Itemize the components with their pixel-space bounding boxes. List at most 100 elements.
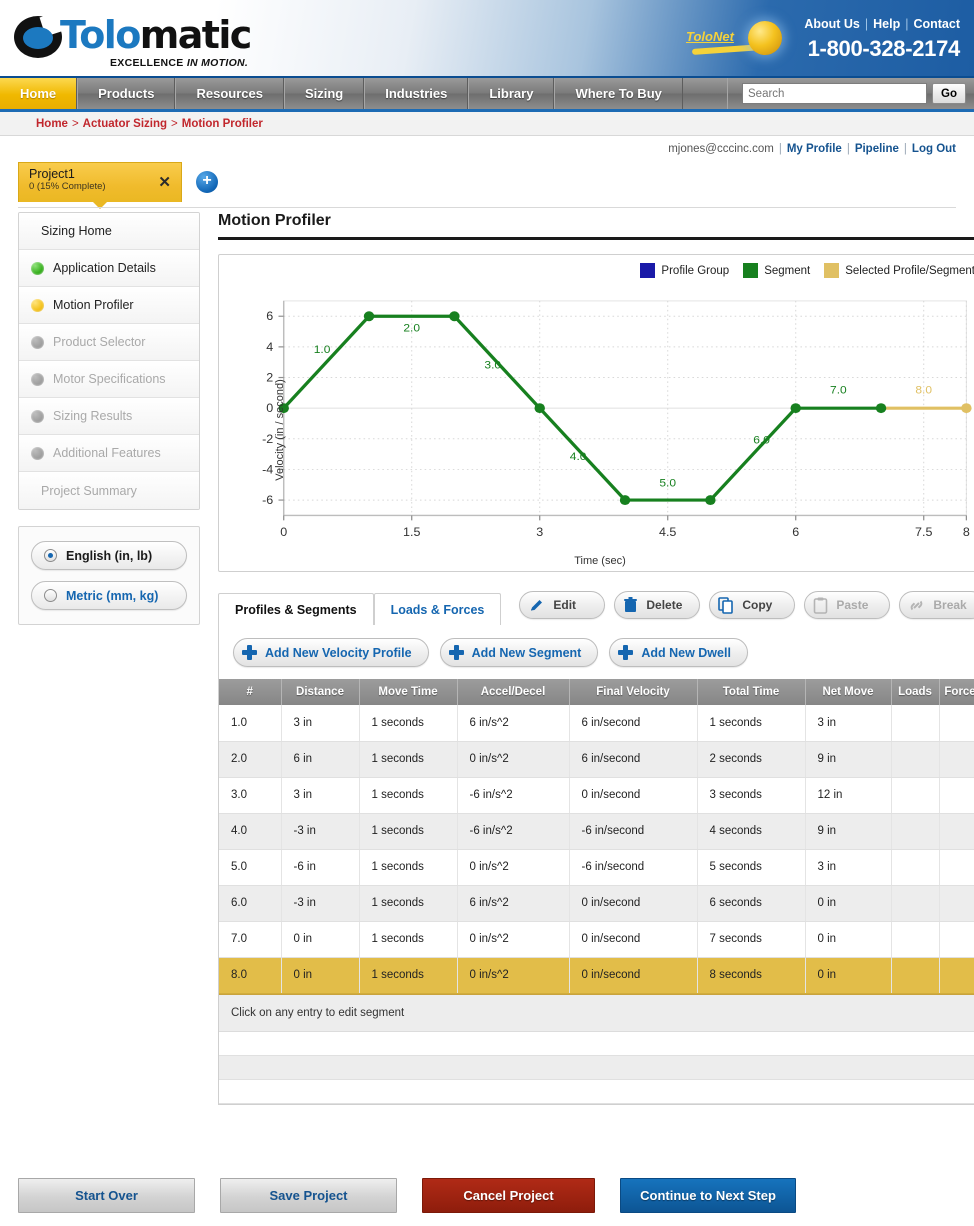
table-cell[interactable]: 0 in <box>805 885 891 921</box>
table-cell[interactable] <box>939 849 974 885</box>
sidebar-item-sizing-home[interactable]: Sizing Home <box>19 213 199 250</box>
tab-profiles-segments[interactable]: Profiles & Segments <box>218 593 374 625</box>
edit-button[interactable]: Edit <box>519 591 605 619</box>
table-cell[interactable]: 3 seconds <box>697 777 805 813</box>
table-cell[interactable]: 0 in/s^2 <box>457 849 569 885</box>
add-new-segment-button[interactable]: Add New Segment <box>440 638 599 667</box>
table-cell[interactable] <box>939 813 974 849</box>
table-cell[interactable]: -6 in/second <box>569 813 697 849</box>
table-cell[interactable]: 6 in/second <box>569 741 697 777</box>
search-go-button[interactable]: Go <box>932 83 966 104</box>
table-cell[interactable] <box>891 849 939 885</box>
table-row[interactable]: 1.03 in1 seconds6 in/s^26 in/second1 sec… <box>219 705 974 741</box>
table-cell[interactable] <box>891 741 939 777</box>
table-cell[interactable] <box>891 885 939 921</box>
save-project-button[interactable]: Save Project <box>220 1178 397 1213</box>
table-cell[interactable]: 7 seconds <box>697 921 805 957</box>
table-cell[interactable]: 1 seconds <box>697 705 805 741</box>
table-cell[interactable] <box>891 705 939 741</box>
table-cell[interactable] <box>939 741 974 777</box>
table-row[interactable]: 5.0-6 in1 seconds0 in/s^2-6 in/second5 s… <box>219 849 974 885</box>
add-new-velocity-profile-button[interactable]: Add New Velocity Profile <box>233 638 429 667</box>
table-cell[interactable]: 2 seconds <box>697 741 805 777</box>
project-tab-project1[interactable]: Project1 0 (15% Complete) ✕ <box>18 162 182 202</box>
table-row[interactable]: 7.00 in1 seconds0 in/s^20 in/second7 sec… <box>219 921 974 957</box>
table-cell[interactable]: 6 in/s^2 <box>457 705 569 741</box>
nav-item-where-to-buy[interactable]: Where To Buy <box>554 78 682 109</box>
nav-item-resources[interactable]: Resources <box>175 78 283 109</box>
table-cell[interactable] <box>939 921 974 957</box>
table-cell[interactable]: 0 in <box>281 921 359 957</box>
table-cell[interactable]: 0 in/second <box>569 777 697 813</box>
table-cell[interactable] <box>891 921 939 957</box>
sidebar-item-motion-profiler[interactable]: Motion Profiler <box>19 287 199 324</box>
table-cell[interactable]: 3 in <box>281 705 359 741</box>
header-link-about-us[interactable]: About Us <box>804 17 860 31</box>
pipeline-link[interactable]: Pipeline <box>855 143 899 155</box>
table-cell[interactable]: 6 in/s^2 <box>457 885 569 921</box>
unit-option-english[interactable]: English (in, lb) <box>31 541 187 570</box>
table-cell[interactable]: 7.0 <box>219 921 281 957</box>
table-cell[interactable] <box>939 705 974 741</box>
table-row[interactable]: 3.03 in1 seconds-6 in/s^20 in/second3 se… <box>219 777 974 813</box>
table-cell[interactable] <box>939 777 974 813</box>
table-cell[interactable]: 9 in <box>805 813 891 849</box>
table-cell[interactable]: 0 in/second <box>569 921 697 957</box>
paste-button[interactable]: Paste <box>804 591 890 619</box>
breadcrumb-item-actuator-sizing[interactable]: Actuator Sizing <box>83 118 167 130</box>
nav-item-industries[interactable]: Industries <box>364 78 468 109</box>
table-cell[interactable] <box>891 957 939 993</box>
table-cell[interactable]: 6 in <box>281 741 359 777</box>
table-cell[interactable]: -6 in/s^2 <box>457 813 569 849</box>
copy-button[interactable]: Copy <box>709 591 795 619</box>
table-cell[interactable]: 9 in <box>805 741 891 777</box>
tab-loads-forces[interactable]: Loads & Forces <box>374 593 502 625</box>
table-row[interactable]: 4.0-3 in1 seconds-6 in/s^2-6 in/second4 … <box>219 813 974 849</box>
nav-item-home[interactable]: Home <box>0 78 77 109</box>
search-input[interactable] <box>742 83 927 104</box>
continue-to-next-step-button[interactable]: Continue to Next Step <box>620 1178 796 1213</box>
table-cell[interactable]: 3 in <box>805 849 891 885</box>
table-cell[interactable]: 4 seconds <box>697 813 805 849</box>
table-cell[interactable]: 1 seconds <box>359 957 457 993</box>
table-cell[interactable]: 1 seconds <box>359 849 457 885</box>
table-row[interactable]: 2.06 in1 seconds0 in/s^26 in/second2 sec… <box>219 741 974 777</box>
table-cell[interactable]: 0 in/s^2 <box>457 921 569 957</box>
table-cell[interactable]: 3 in <box>281 777 359 813</box>
table-cell[interactable]: 8 seconds <box>697 957 805 993</box>
cancel-project-button[interactable]: Cancel Project <box>422 1178 595 1213</box>
log-out-link[interactable]: Log Out <box>912 143 956 155</box>
delete-button[interactable]: Delete <box>614 591 700 619</box>
table-cell[interactable]: 6 in/second <box>569 705 697 741</box>
table-cell[interactable]: 1 seconds <box>359 741 457 777</box>
tolomatic-logo[interactable]: Tolomatic EXCELLENCE IN MOTION. <box>14 10 264 70</box>
table-cell[interactable]: 0 in/s^2 <box>457 957 569 993</box>
table-cell[interactable]: 1 seconds <box>359 705 457 741</box>
table-cell[interactable] <box>891 777 939 813</box>
table-cell[interactable] <box>939 885 974 921</box>
breadcrumb-item-home[interactable]: Home <box>36 118 68 130</box>
table-cell[interactable]: 0 in <box>805 957 891 993</box>
table-cell[interactable]: 1 seconds <box>359 885 457 921</box>
table-row[interactable]: 8.00 in1 seconds0 in/s^20 in/second8 sec… <box>219 957 974 993</box>
close-icon[interactable]: ✕ <box>158 175 171 190</box>
start-over-button[interactable]: Start Over <box>18 1178 195 1213</box>
table-cell[interactable]: 0 in/second <box>569 885 697 921</box>
table-cell[interactable]: 5 seconds <box>697 849 805 885</box>
my-profile-link[interactable]: My Profile <box>787 143 842 155</box>
table-cell[interactable]: 0 in <box>281 957 359 993</box>
table-cell[interactable]: 1.0 <box>219 705 281 741</box>
breadcrumb-item-motion-profiler[interactable]: Motion Profiler <box>182 118 263 130</box>
tolonet-logo[interactable]: ToloNet <box>686 24 796 58</box>
nav-item-library[interactable]: Library <box>468 78 554 109</box>
table-cell[interactable]: 0 in/s^2 <box>457 741 569 777</box>
table-cell[interactable]: 3.0 <box>219 777 281 813</box>
table-cell[interactable]: 6 seconds <box>697 885 805 921</box>
table-cell[interactable]: 5.0 <box>219 849 281 885</box>
sidebar-item-application-details[interactable]: Application Details <box>19 250 199 287</box>
header-link-contact[interactable]: Contact <box>913 17 960 31</box>
table-cell[interactable]: -3 in <box>281 885 359 921</box>
table-cell[interactable]: -6 in/second <box>569 849 697 885</box>
table-cell[interactable]: 12 in <box>805 777 891 813</box>
table-cell[interactable]: 8.0 <box>219 957 281 993</box>
